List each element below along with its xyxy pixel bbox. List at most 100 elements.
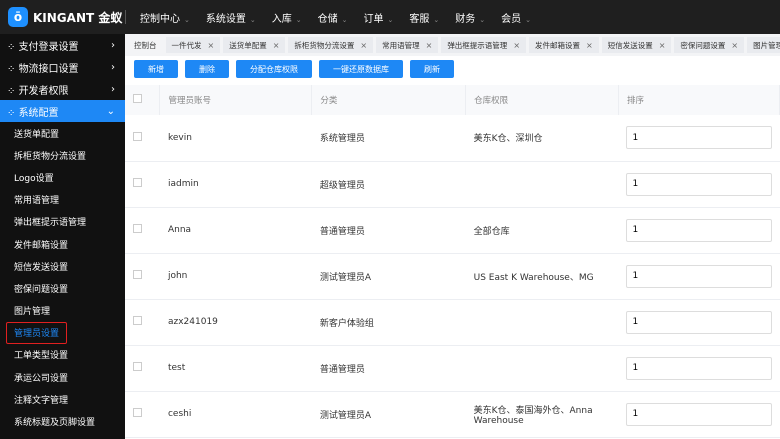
tab[interactable]: 密保问题设置 × — [674, 37, 745, 53]
label: 系统配置 — [18, 107, 59, 119]
row-checkbox[interactable] — [133, 362, 142, 371]
logo[interactable]: ō KINGANT 金蚁 — [0, 7, 125, 27]
nav-item[interactable]: 入库 ⌄ — [272, 10, 302, 25]
sort-input[interactable] — [626, 172, 773, 196]
sidebar-item[interactable]: 承运公司设置 — [0, 366, 125, 388]
tab-label: 图片管理 — [753, 40, 780, 50]
checkbox-cell — [125, 345, 160, 392]
row-checkbox[interactable] — [133, 131, 142, 141]
tab-label: 送货单配置 — [229, 40, 267, 50]
cell-category: 超级管理员 — [311, 161, 466, 208]
row-checkbox[interactable] — [133, 408, 142, 417]
close-icon[interactable]: × — [273, 41, 280, 50]
row-checkbox[interactable] — [133, 178, 142, 187]
tab-label: 控制台 — [134, 40, 157, 50]
sidebar-item[interactable]: 发件邮箱设置 — [0, 233, 125, 255]
sort-input[interactable] — [626, 402, 773, 426]
sidebar-item[interactable]: 工单类型设置 — [0, 344, 125, 366]
chevron-right-icon: › — [111, 83, 115, 95]
toolbar-button[interactable]: 分配仓库权限 — [236, 60, 312, 78]
tab-label: 拆柜货物分流设置 — [294, 40, 355, 50]
row-checkbox[interactable] — [133, 224, 142, 233]
cell-sort — [618, 115, 780, 162]
sidebar-item[interactable]: 系统标题及页脚设置 — [0, 410, 125, 432]
cell-sort — [618, 161, 780, 208]
close-icon[interactable]: × — [513, 41, 520, 50]
chevron-right-icon: › — [111, 39, 115, 51]
label: 物流接口设置 — [18, 63, 79, 75]
label: 支付登录设置 — [18, 41, 79, 53]
sidebar-item[interactable]: 管理员设置 — [6, 321, 67, 344]
sidebar-item[interactable]: Logo设置 — [0, 166, 125, 188]
nav-label: 客服 — [409, 13, 430, 25]
tab[interactable]: 图片管理× — [747, 37, 780, 53]
cell-category: 测试管理员A — [311, 253, 466, 300]
tab[interactable]: 发件邮箱设置 × — [529, 37, 599, 53]
sort-input[interactable] — [626, 218, 773, 242]
tab[interactable]: 一件代发 × — [165, 37, 221, 53]
chevron-down-icon: ⌄ — [249, 15, 256, 24]
select-all-checkbox[interactable] — [133, 94, 142, 103]
tab[interactable]: 拆柜货物分流设置 × — [288, 37, 374, 53]
nav-item[interactable]: 订单 ⌄ — [364, 10, 394, 25]
sidebar-item[interactable]: 短信发送设置 — [0, 255, 125, 277]
nav-item[interactable]: 会员 ⌄ — [501, 10, 531, 25]
table-row: test 普通管理员 — [125, 345, 780, 392]
sidebar-item[interactable]: 图片管理 — [0, 300, 125, 322]
sidebar-group[interactable]: ⁘ 开发者权限 › — [0, 78, 125, 100]
chevron-down-icon: ⌄ — [479, 15, 486, 24]
tab[interactable]: 弹出框提示语管理 × — [441, 37, 527, 53]
sidebar-item[interactable]: 密保问题设置 — [0, 277, 125, 299]
nav-item[interactable]: 系统设置 ⌄ — [206, 10, 256, 25]
toolbar-button[interactable]: 新增 — [134, 60, 178, 78]
sidebar-item[interactable]: 注释文字管理 — [0, 388, 125, 410]
sort-input[interactable] — [626, 264, 773, 288]
grid-icon: ⁘ — [7, 85, 19, 97]
table-row: iadmin 超级管理员 — [125, 161, 780, 208]
sidebar-item[interactable]: 拆柜货物分流设置 — [0, 144, 125, 166]
checkbox-cell — [125, 161, 160, 208]
sidebar-group[interactable]: ⁘ 支付登录设置 › — [0, 34, 125, 56]
cell-category: 测试管理员A — [311, 391, 466, 438]
sort-input[interactable] — [626, 310, 773, 334]
sidebar-item[interactable]: 常用语管理 — [0, 189, 125, 211]
close-icon[interactable]: × — [731, 41, 738, 50]
grid-icon: ⁘ — [7, 107, 19, 119]
sidebar-group-label: ⁘ 开发者权限 — [7, 82, 69, 97]
sidebar-group[interactable]: ⁘ 系统配置 ⌄ — [0, 100, 125, 122]
toolbar-button[interactable]: 删除 — [185, 60, 229, 78]
tab[interactable]: 控制台 — [128, 37, 163, 53]
row-checkbox[interactable] — [133, 270, 142, 279]
close-icon[interactable]: × — [586, 41, 593, 50]
checkbox-cell — [125, 299, 160, 346]
table-header: 管理员账号 分类 仓库权限 排序 — [125, 85, 780, 115]
cell-account: test — [159, 345, 312, 392]
tab[interactable]: 短信发送设置 × — [601, 37, 672, 53]
row-checkbox[interactable] — [133, 316, 142, 325]
sidebar-item[interactable]: 弹出框提示语管理 — [0, 211, 125, 233]
nav-item[interactable]: 仓储 ⌄ — [318, 10, 348, 25]
tab[interactable]: 送货单配置 × — [223, 37, 286, 53]
close-icon[interactable]: × — [659, 41, 666, 50]
nav-item[interactable]: 财务 ⌄ — [455, 10, 485, 25]
close-icon[interactable]: × — [426, 41, 433, 50]
nav-item[interactable]: 客服 ⌄ — [409, 10, 439, 25]
sort-input[interactable] — [626, 126, 773, 150]
top-nav: 控制中心 ⌄ 系统设置 ⌄ 入库 ⌄ 仓储 ⌄ 订单 ⌄ 客服 ⌄ 财务 ⌄ 会员 ⌄ — [140, 10, 531, 25]
close-icon[interactable]: × — [360, 41, 367, 50]
sort-input[interactable] — [626, 356, 773, 380]
sidebar-group[interactable]: ⁘ 物流接口设置 › — [0, 56, 125, 78]
table-row: kevin 系统管理员 美东K仓、深圳仓 — [125, 115, 780, 162]
toolbar-button[interactable]: 一键还原数据库 — [319, 60, 403, 78]
toolbar-button[interactable]: 刷新 — [410, 60, 454, 78]
cell-sort — [618, 299, 780, 346]
nav-label: 系统设置 — [205, 13, 246, 25]
nav-item[interactable]: 控制中心 ⌄ — [140, 10, 190, 25]
table-row: ceshi 测试管理员A 美东K仓、泰国海外仓、Anna Warehouse — [125, 391, 780, 438]
tab[interactable]: 常用语管理 × — [376, 37, 439, 53]
cell-category: 普通管理员 — [311, 345, 466, 392]
sidebar-group-label: ⁘ 支付登录设置 — [7, 38, 79, 53]
cell-sort — [618, 345, 780, 392]
close-icon[interactable]: × — [208, 41, 215, 50]
sidebar-item[interactable]: 送货单配置 — [0, 122, 125, 144]
